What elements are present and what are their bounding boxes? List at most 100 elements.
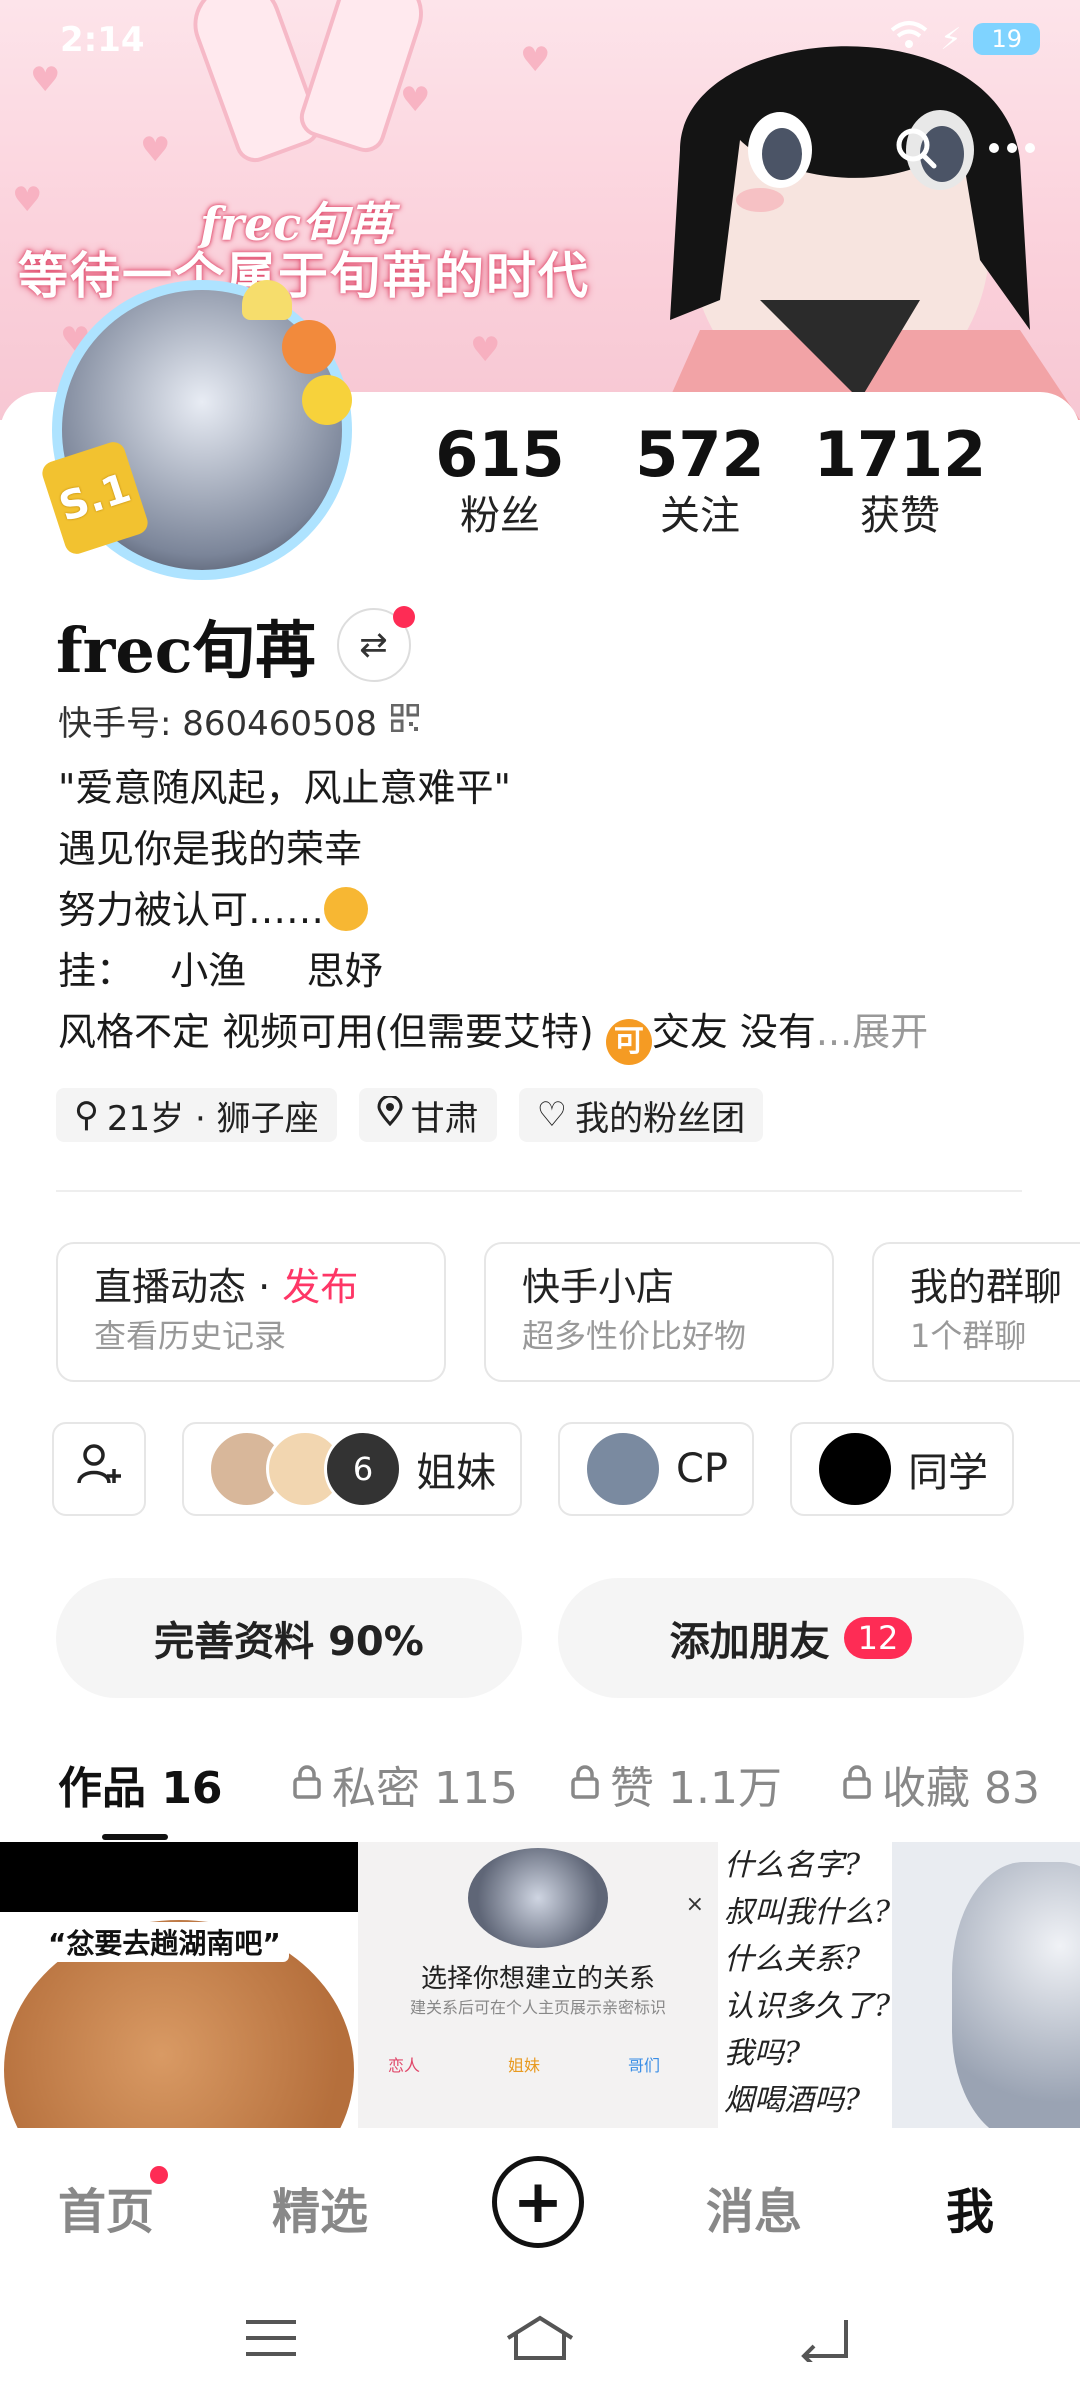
tab-label: 私密 115 (332, 1763, 518, 1814)
stat-value: 572 (635, 418, 765, 491)
bio-line: 挂： 小渔 思妤 (58, 949, 383, 993)
live-dynamics-card[interactable]: 直播动态 · 发布 查看历史记录 (56, 1242, 446, 1382)
kuaishou-id[interactable]: 快手号: 860460508 (58, 696, 420, 745)
work-thumbnail[interactable]: 什么名字? 叔叫我什么? 什么关系? 认识多久了? 我吗? 烟喝酒吗? (718, 1842, 892, 2128)
tab-label: 收藏 83 (882, 1763, 1040, 1814)
nav-featured[interactable]: 精选 (272, 2172, 368, 2242)
search-icon[interactable] (888, 120, 944, 176)
tag-age-zodiac[interactable]: ⚲ 21岁 · 狮子座 (56, 1088, 337, 1142)
feature-cards: 直播动态 · 发布 查看历史记录 快手小店 超多性价比好物 我的群聊 1个群聊 (56, 1242, 1080, 1382)
status-time: 2:14 (60, 20, 145, 60)
charging-icon: ⚡ (940, 21, 962, 57)
expand-bio-button[interactable]: ...展开 (816, 1010, 928, 1054)
work-thumbnail[interactable]: “忿要去趟湖南吧” (0, 1842, 358, 2128)
kuaishou-shop-card[interactable]: 快手小店 超多性价比好物 (484, 1242, 834, 1382)
add-relationship-button[interactable] (52, 1422, 146, 1516)
stat-label: 关注 (660, 493, 740, 539)
complete-profile-label: 完善资料 90% (154, 1619, 424, 1665)
group-label: 同学 (908, 1450, 989, 1496)
thumbnail-subcaption: 建关系后可在个人主页展示亲密标识 (409, 1998, 666, 2017)
tag-label: 我的粉丝团 (575, 1098, 746, 1139)
relationship-option: 哥们 (628, 2056, 661, 2075)
profile-actions: 完善资料 90% 添加朋友 12 (56, 1578, 1024, 1698)
divider (56, 1190, 1022, 1192)
thumbnail-caption: 选择你想建立的关系 (420, 1964, 655, 1994)
nav-messages[interactable]: 消息 (706, 2172, 802, 2242)
bio-line: 努力被认可…… (58, 880, 1018, 941)
bio: "爱意随风起，风止意难平" 遇见你是我的荣幸 努力被认可…… 挂： 小渔 思妤 … (58, 758, 1018, 1065)
stat-value: 615 (435, 418, 565, 491)
home-icon[interactable] (504, 2314, 576, 2366)
nav-me[interactable]: 我 (946, 2172, 994, 2242)
lock-icon (292, 1759, 322, 1810)
card-subtitle: 1个群聊 (910, 1317, 1027, 1355)
nav-label: 我 (946, 2184, 995, 2240)
card-title: 直播动态 · 发布 (94, 1265, 359, 1309)
bio-line-text: 风格不定 视频可用(但需要艾特) (58, 1010, 606, 1054)
mini-avatar (816, 1430, 895, 1508)
group-chat-card[interactable]: 我的群聊 1个群聊 (872, 1242, 1080, 1382)
tab-works[interactable]: 作品 16 (58, 1752, 223, 1816)
location-icon (377, 1094, 403, 1135)
back-icon[interactable] (796, 2314, 852, 2368)
stat-following[interactable]: 572 关注 (600, 420, 800, 542)
add-friends-label: 添加朋友 (669, 1619, 830, 1665)
tag-label: 甘肃 (410, 1098, 479, 1139)
publish-link[interactable]: 发布 (282, 1265, 358, 1309)
create-button[interactable]: + (492, 2156, 584, 2248)
add-person-icon (76, 1441, 122, 1497)
stat-followers[interactable]: 615 粉丝 (400, 420, 600, 542)
sad-face-emoji-icon (324, 887, 369, 931)
username: frec旬苒 (56, 614, 317, 687)
work-thumbnail[interactable] (892, 1842, 1080, 2128)
bio-line-text: 努力被认可…… (58, 888, 325, 932)
lock-icon (570, 1759, 600, 1810)
more-icon[interactable] (984, 120, 1040, 176)
complete-profile-button[interactable]: 完善资料 90% (56, 1578, 522, 1698)
fan-club-icon: ♡ (536, 1095, 568, 1135)
tag-fan-club[interactable]: ♡ 我的粉丝团 (518, 1088, 764, 1142)
handwritten-line: 烟喝酒吗? (724, 2083, 861, 2118)
group-classmates[interactable]: 同学 (790, 1422, 1015, 1516)
heart-decoration: ♥ (470, 330, 501, 370)
add-friends-button[interactable]: 添加朋友 12 (558, 1578, 1024, 1698)
relationship-option: 恋人 (388, 2056, 421, 2075)
relationship-groups: 6 姐妹 CP 同学 (52, 1422, 1015, 1516)
thumbnail-bar (0, 1842, 358, 1912)
kuaishou-id-text: 快手号: 860460508 (58, 704, 377, 744)
group-cp[interactable]: CP (558, 1422, 755, 1516)
stat-likes[interactable]: 1712 获赞 (800, 420, 1000, 542)
group-sisters[interactable]: 6 姐妹 (182, 1422, 522, 1516)
notification-dot (392, 606, 415, 628)
thumbnail-avatar-image (468, 1848, 608, 1948)
ke-badge-icon: 可 (605, 1019, 652, 1065)
tab-liked[interactable]: 赞 1.1万 (570, 1752, 782, 1816)
avatar[interactable]: S.1 (39, 280, 352, 580)
gender-icon: ⚲ (74, 1095, 99, 1135)
switch-account-button[interactable]: ⇄ (336, 606, 415, 682)
nav-home[interactable]: 首页 (58, 2166, 168, 2242)
relationship-option: 姐妹 (508, 2056, 541, 2075)
nav-label: 首页 (58, 2184, 155, 2240)
crown-decoration (242, 280, 292, 320)
stats-row: 615 粉丝 572 关注 1712 获赞 (400, 420, 1000, 542)
work-thumbnail[interactable]: 选择你想建立的关系 建关系后可在个人主页展示亲密标识 恋人 姐妹 哥们 × (358, 1842, 718, 2128)
battery-level: 19 (973, 23, 1040, 55)
tag-location[interactable]: 甘肃 (358, 1088, 497, 1142)
notification-dot (150, 2166, 168, 2184)
menu-icon[interactable] (244, 2318, 298, 2362)
balloon-decoration (282, 320, 336, 374)
close-icon: × (685, 1892, 704, 1917)
active-tab-indicator (102, 1834, 168, 1840)
lock-icon (842, 1759, 872, 1810)
heart-decoration: ♥ (140, 130, 171, 170)
qr-code-icon[interactable] (390, 701, 420, 741)
tab-favorites[interactable]: 收藏 83 (842, 1752, 1040, 1816)
tab-private[interactable]: 私密 115 (292, 1752, 518, 1816)
status-bar: 2:14 ⚡ 19 (0, 0, 1080, 80)
heart-decoration: ♥ (12, 180, 43, 220)
stat-label: 获赞 (860, 493, 940, 539)
bottom-nav: 首页 精选 + 消息 我 (0, 2128, 1080, 2272)
bio-line: 风格不定 视频可用(但需要艾特) 可交友 没有...展开 (58, 1002, 1018, 1065)
group-label: CP (676, 1446, 729, 1492)
